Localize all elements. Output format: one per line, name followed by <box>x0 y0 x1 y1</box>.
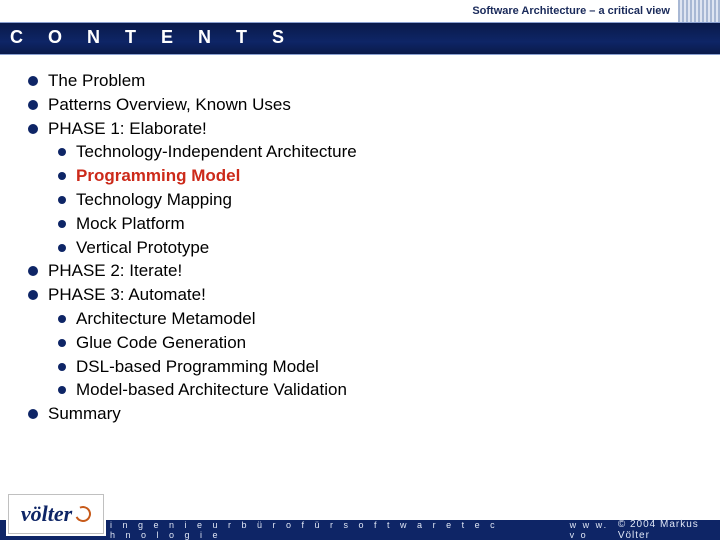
bullet-text: PHASE 2: Iterate! <box>48 259 182 283</box>
top-ornament <box>678 0 720 22</box>
bullet-icon <box>28 266 38 276</box>
bullet-icon <box>58 196 66 204</box>
sub-bullet-text: DSL-based Programming Model <box>76 355 319 379</box>
sub-bullet-text: Architecture Metamodel <box>76 307 256 331</box>
bullet-icon <box>58 148 66 156</box>
bullet-row: PHASE 3: Automate! <box>28 283 710 307</box>
sub-bullet-text: Glue Code Generation <box>76 331 246 355</box>
logo: völter <box>8 494 104 534</box>
sub-bullet-row: Programming Model <box>58 164 710 188</box>
bullet-icon <box>58 315 66 323</box>
bullet-text: The Problem <box>48 69 145 93</box>
sub-bullet-text: Mock Platform <box>76 212 185 236</box>
sub-bullet-row: Mock Platform <box>58 212 710 236</box>
bullet-icon <box>58 172 66 180</box>
sub-bullet-text: Programming Model <box>76 164 240 188</box>
bullet-icon <box>28 100 38 110</box>
bullet-text: PHASE 3: Automate! <box>48 283 206 307</box>
bullet-text: Patterns Overview, Known Uses <box>48 93 291 117</box>
bullet-text: PHASE 1: Elaborate! <box>48 117 207 141</box>
sub-bullet-row: Model-based Architecture Validation <box>58 378 710 402</box>
footer-copyright: © 2004 Markus Völter <box>618 519 720 541</box>
footer-bar: i n g e n i e u r b ü r o f ü r s o f t … <box>0 520 720 540</box>
bullet-row: Summary <box>28 402 710 426</box>
bullet-icon <box>58 363 66 371</box>
bullet-icon <box>28 124 38 134</box>
top-subtitle-bar: Software Architecture – a critical view <box>0 0 720 22</box>
bullet-row: Patterns Overview, Known Uses <box>28 93 710 117</box>
sub-bullet-row: DSL-based Programming Model <box>58 355 710 379</box>
content-area: The ProblemPatterns Overview, Known Uses… <box>0 55 720 426</box>
bullet-icon <box>58 386 66 394</box>
bullet-row: PHASE 1: Elaborate! <box>28 117 710 141</box>
sub-bullet-row: Vertical Prototype <box>58 236 710 260</box>
bullet-icon <box>28 409 38 419</box>
bullet-text: Summary <box>48 402 121 426</box>
top-subtitle: Software Architecture – a critical view <box>472 5 670 17</box>
bullet-icon <box>28 76 38 86</box>
sub-bullet-row: Glue Code Generation <box>58 331 710 355</box>
sub-bullet-text: Technology Mapping <box>76 188 232 212</box>
sub-bullet-text: Vertical Prototype <box>76 236 209 260</box>
slide-title: C O N T E N T S <box>0 22 720 55</box>
sub-bullet-row: Architecture Metamodel <box>58 307 710 331</box>
footer-tagline: i n g e n i e u r b ü r o f ü r s o f t … <box>110 520 510 540</box>
sub-bullet-text: Model-based Architecture Validation <box>76 378 347 402</box>
sub-bullet-row: Technology-Independent Architecture <box>58 140 710 164</box>
bullet-icon <box>58 244 66 252</box>
sub-bullet-row: Technology Mapping <box>58 188 710 212</box>
logo-text: völter <box>21 503 72 525</box>
bullet-row: PHASE 2: Iterate! <box>28 259 710 283</box>
bullet-icon <box>58 220 66 228</box>
bullet-row: The Problem <box>28 69 710 93</box>
footer-url: w w w. v o <box>570 520 618 540</box>
bullet-icon <box>58 339 66 347</box>
swirl-icon <box>73 504 94 525</box>
bullet-icon <box>28 290 38 300</box>
sub-bullet-text: Technology-Independent Architecture <box>76 140 357 164</box>
footer: völter i n g e n i e u r b ü r o f ü r s… <box>0 490 720 540</box>
